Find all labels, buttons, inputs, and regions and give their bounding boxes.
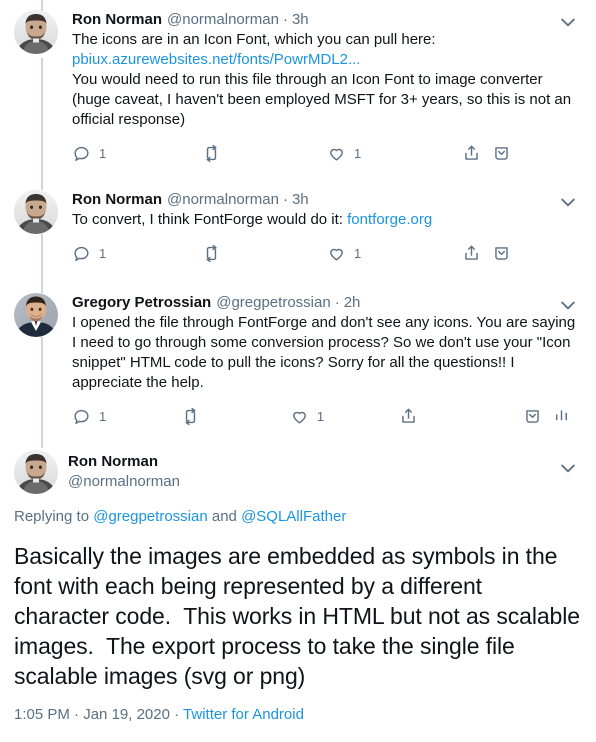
author-handle[interactable]: @normalnorman: [68, 472, 180, 492]
tweet-timestamp[interactable]: 3h: [292, 10, 309, 30]
meta-separator: ·: [282, 11, 288, 28]
avatar-column: [14, 10, 62, 176]
reply-button[interactable]: 1: [72, 144, 202, 163]
tweet-body: Ron Norman @normalnorman · 3h The icons …: [62, 10, 582, 176]
tweet-text-part-1: I opened the file through FontForge and …: [72, 314, 580, 391]
chevron-down-icon[interactable]: [558, 295, 578, 315]
avatar[interactable]: [14, 450, 58, 494]
replying-to-line: Replying to @gregpetrossian and @SQLAllF…: [14, 507, 582, 527]
retweet-button[interactable]: [181, 407, 290, 426]
tweet-text: I opened the file through FontForge and …: [72, 313, 582, 393]
meta-separator-2: ·: [169, 706, 184, 723]
meta-separator: ·: [282, 191, 288, 208]
reply-button[interactable]: 1: [72, 244, 202, 263]
like-count: 1: [354, 245, 362, 261]
thread-tweet-2[interactable]: Ron Norman @normalnorman · 3h To convert…: [0, 180, 596, 284]
replying-to-label: Replying to: [14, 508, 94, 525]
tweet-header: Ron Norman @normalnorman · 3h: [72, 10, 582, 30]
author-handle[interactable]: @normalnorman: [167, 10, 279, 30]
tweet-header: Ron Norman @normalnorman · 3h: [72, 190, 582, 210]
meta-separator: ·: [334, 294, 340, 311]
analytics-bar-icon[interactable]: [552, 407, 582, 426]
like-button[interactable]: 1: [327, 244, 462, 263]
author-name[interactable]: Ron Norman: [68, 452, 180, 472]
share-icon[interactable]: [399, 407, 523, 426]
thread-connector-line: [41, 283, 43, 293]
replying-to-conjunction: and: [207, 508, 242, 525]
tweet-actions: 1 1: [72, 238, 582, 268]
share-icon[interactable]: [462, 244, 492, 263]
tweet-text-part-1: To convert, I think FontForge would do i…: [72, 211, 348, 228]
thread-connector-line: [41, 434, 43, 448]
chevron-down-icon[interactable]: [558, 458, 578, 478]
avatar[interactable]: [14, 10, 58, 54]
avatar-column: [14, 293, 62, 438]
reply-count: 1: [99, 408, 107, 424]
like-count: 1: [354, 145, 362, 161]
tweet-time: 1:05 PM: [14, 706, 70, 723]
avatar-column: [14, 190, 62, 279]
chevron-down-icon[interactable]: [558, 192, 578, 212]
reply-button[interactable]: 1: [72, 407, 181, 426]
reply-count: 1: [99, 245, 107, 261]
tweet-date: Jan 19, 2020: [83, 706, 170, 723]
retweet-button[interactable]: [202, 244, 327, 263]
author-handle[interactable]: @gregpetrossian: [216, 293, 330, 313]
thread-tweet-1[interactable]: Ron Norman @normalnorman · 3h The icons …: [0, 0, 596, 180]
focused-tweet-text: Basically the images are embedded as sym…: [14, 543, 587, 689]
tweet-thread-page: Ron Norman @normalnorman · 3h The icons …: [0, 0, 596, 742]
bookmark-icon[interactable]: [492, 144, 522, 163]
thread-connector-line: [41, 180, 43, 190]
author-name[interactable]: Ron Norman: [72, 190, 162, 210]
tweet-actions: 1 1: [72, 138, 582, 168]
focused-tweet-author: Ron Norman @normalnorman: [58, 450, 180, 492]
focused-tweet: Ron Norman @normalnorman Replying to @gr…: [0, 434, 596, 725]
tweet-link[interactable]: pbiux.azurewebsites.net/fonts/PowrMDL2..…: [72, 51, 360, 68]
thread-tweet-3[interactable]: Gregory Petrossian @gregpetrossian · 2h …: [0, 283, 596, 443]
replying-to-handle-1[interactable]: @gregpetrossian: [93, 508, 207, 525]
chevron-down-icon[interactable]: [558, 12, 578, 32]
avatar[interactable]: [14, 293, 58, 337]
replying-to-handle-2[interactable]: @SQLAllFather: [241, 508, 346, 525]
like-count: 1: [316, 408, 325, 424]
bookmark-icon[interactable]: [492, 244, 522, 263]
tweet-text: To convert, I think FontForge would do i…: [72, 210, 582, 230]
tweet-header: Gregory Petrossian @gregpetrossian · 2h: [72, 293, 582, 313]
tweet-meta: 1:05 PM · Jan 19, 2020 · Twitter for And…: [14, 705, 582, 725]
tweet-text-part-2: You would need to run this file through …: [72, 71, 572, 128]
tweet-source[interactable]: Twitter for Android: [183, 706, 304, 723]
tweet-actions: 1 1: [72, 401, 582, 431]
author-name[interactable]: Ron Norman: [72, 10, 162, 30]
share-icon[interactable]: [462, 144, 492, 163]
bookmark-icon[interactable]: [523, 407, 553, 426]
author-handle[interactable]: @normalnorman: [167, 190, 279, 210]
reply-count: 1: [99, 145, 107, 161]
author-name[interactable]: Gregory Petrossian: [72, 293, 211, 313]
tweet-timestamp[interactable]: 2h: [344, 293, 361, 313]
retweet-button[interactable]: [202, 144, 327, 163]
tweet-text-part-1: The icons are in an Icon Font, which you…: [72, 31, 436, 48]
like-button[interactable]: 1: [327, 144, 462, 163]
tweet-body: Gregory Petrossian @gregpetrossian · 2h …: [62, 293, 582, 438]
meta-separator-1: ·: [69, 706, 84, 723]
tweet-link[interactable]: fontforge.org: [347, 211, 432, 228]
tweet-body: Ron Norman @normalnorman · 3h To convert…: [62, 190, 582, 279]
avatar[interactable]: [14, 190, 58, 234]
tweet-text: The icons are in an Icon Font, which you…: [72, 30, 582, 130]
focused-tweet-header: Ron Norman @normalnorman: [14, 450, 582, 494]
like-button[interactable]: 1: [290, 407, 399, 426]
tweet-timestamp[interactable]: 3h: [292, 190, 309, 210]
